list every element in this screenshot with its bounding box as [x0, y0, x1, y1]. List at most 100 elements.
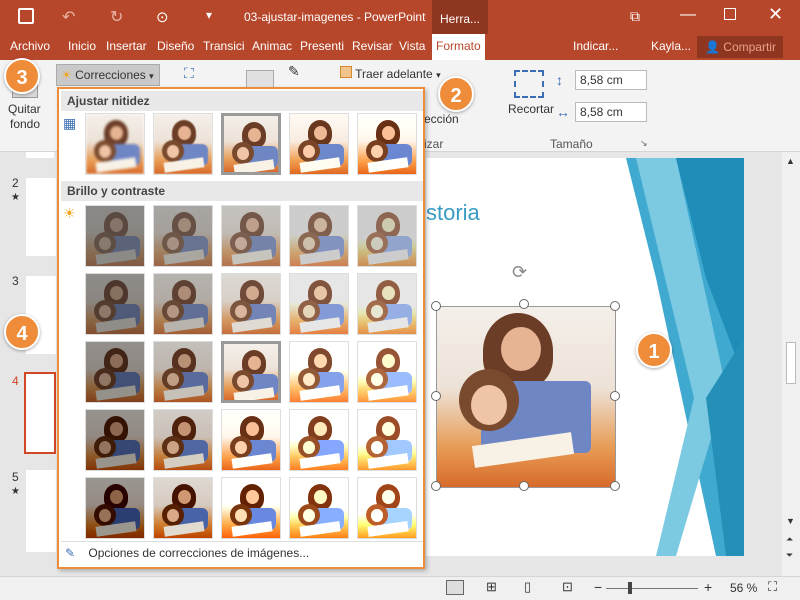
- correction-preset-thumbnail[interactable]: [153, 477, 213, 539]
- slide-thumbnail[interactable]: [26, 152, 54, 158]
- correction-preset-thumbnail[interactable]: [221, 273, 281, 335]
- correction-preset-thumbnail[interactable]: [153, 205, 213, 267]
- close-icon[interactable]: ✕: [768, 4, 783, 25]
- resize-handle[interactable]: [431, 301, 441, 311]
- correction-preset-thumbnail[interactable]: [357, 409, 417, 471]
- current-slide[interactable]: storia ⟳: [426, 158, 744, 556]
- save-icon[interactable]: [18, 8, 34, 24]
- correction-preset-thumbnail[interactable]: [289, 205, 349, 267]
- slide-show-icon[interactable]: ⊡: [562, 579, 573, 595]
- tab-transiciones[interactable]: Transici: [203, 39, 245, 53]
- scroll-thumb[interactable]: [786, 342, 796, 384]
- redo-icon[interactable]: ↻: [110, 7, 123, 27]
- correction-preset-thumbnail[interactable]: [221, 409, 281, 471]
- reading-view-icon[interactable]: ▯: [524, 579, 531, 595]
- corrections-button[interactable]: ☀ Correcciones ▾: [56, 64, 160, 86]
- correction-preset-thumbnail[interactable]: [357, 341, 417, 403]
- compress-icon[interactable]: ⛶: [184, 65, 194, 82]
- zoom-slider[interactable]: [606, 588, 698, 589]
- correction-preset-thumbnail[interactable]: [85, 477, 145, 539]
- correction-preset-thumbnail[interactable]: [221, 477, 281, 539]
- selection-pane-label[interactable]: ección: [424, 112, 459, 126]
- tab-vista[interactable]: Vista: [399, 39, 425, 53]
- scroll-down-icon[interactable]: ▼: [786, 516, 795, 526]
- tab-archivo[interactable]: Archivo: [10, 39, 50, 53]
- remove-background-label-1[interactable]: Quitar: [8, 102, 41, 116]
- presenter-icon[interactable]: ⊙: [156, 8, 169, 26]
- rotate-handle-icon[interactable]: ⟳: [512, 262, 527, 283]
- corrections-options-link[interactable]: ✎ Opciones de correcciones de imágenes..…: [61, 541, 423, 565]
- zoom-in-icon[interactable]: +: [704, 579, 712, 595]
- size-dialog-launcher-icon[interactable]: ↘: [640, 138, 648, 149]
- next-slide-icon[interactable]: ⏷: [786, 550, 793, 561]
- correction-preset-thumbnail[interactable]: [85, 113, 145, 175]
- scroll-up-icon[interactable]: ▲: [786, 156, 795, 166]
- correction-preset-thumbnail[interactable]: [289, 273, 349, 335]
- height-field[interactable]: 8,58 cm: [575, 70, 647, 90]
- correction-preset-thumbnail[interactable]: [221, 113, 281, 175]
- undo-icon[interactable]: ↶: [62, 7, 75, 27]
- share-icon: 👤: [705, 40, 720, 54]
- resize-handle[interactable]: [519, 481, 529, 491]
- normal-view-icon[interactable]: [446, 580, 464, 595]
- tab-animaciones[interactable]: Animac: [252, 39, 292, 53]
- correction-preset-thumbnail[interactable]: [357, 273, 417, 335]
- ribbon-display-icon[interactable]: ⧉: [630, 8, 640, 25]
- correction-preset-thumbnail[interactable]: [85, 409, 145, 471]
- correction-preset-thumbnail[interactable]: [153, 273, 213, 335]
- correction-preset-thumbnail[interactable]: [85, 205, 145, 267]
- tab-insertar[interactable]: Insertar: [106, 39, 147, 53]
- slide-thumbnail-selected[interactable]: [24, 372, 56, 454]
- correction-preset-thumbnail[interactable]: [221, 341, 281, 403]
- slide-thumbnail[interactable]: [26, 178, 56, 256]
- minimize-icon[interactable]: —: [680, 6, 696, 24]
- slide-thumbnail[interactable]: [26, 470, 56, 552]
- slide-sorter-icon[interactable]: ⊞: [486, 579, 497, 595]
- resize-handle[interactable]: [610, 481, 620, 491]
- tab-presentacion[interactable]: Presenti: [300, 39, 344, 53]
- correction-preset-thumbnail[interactable]: [289, 341, 349, 403]
- resize-handle[interactable]: [431, 391, 441, 401]
- correction-preset-thumbnail[interactable]: [289, 113, 349, 175]
- user-name[interactable]: Kayla...: [651, 39, 691, 53]
- context-tab-label: Herra...: [440, 12, 481, 26]
- step-callout: 3: [4, 58, 40, 94]
- tab-inicio[interactable]: Inicio: [68, 39, 96, 53]
- tab-formato[interactable]: Formato: [432, 34, 485, 60]
- resize-handle[interactable]: [431, 481, 441, 491]
- fit-slide-icon[interactable]: ⛶: [768, 579, 777, 595]
- picture-border-icon[interactable]: ✎: [288, 63, 300, 80]
- crop-icon[interactable]: [514, 70, 544, 98]
- correction-preset-thumbnail[interactable]: [357, 477, 417, 539]
- remove-background-label-2[interactable]: fondo: [10, 117, 40, 131]
- correction-preset-thumbnail[interactable]: [153, 409, 213, 471]
- correction-preset-thumbnail[interactable]: [357, 113, 417, 175]
- resize-handle[interactable]: [610, 391, 620, 401]
- zoom-level[interactable]: 56 %: [730, 581, 757, 595]
- correction-preset-thumbnail[interactable]: [357, 205, 417, 267]
- selected-picture[interactable]: [436, 306, 616, 488]
- correction-preset-thumbnail[interactable]: [289, 477, 349, 539]
- tell-me-search[interactable]: Indicar...: [573, 39, 618, 53]
- width-field[interactable]: 8,58 cm: [575, 102, 647, 122]
- correction-preset-thumbnail[interactable]: [85, 273, 145, 335]
- resize-handle[interactable]: [519, 299, 529, 309]
- correction-preset-thumbnail[interactable]: [289, 409, 349, 471]
- share-button[interactable]: 👤 Compartir: [697, 36, 783, 58]
- resize-handle[interactable]: [610, 301, 620, 311]
- correction-preset-thumbnail[interactable]: [85, 341, 145, 403]
- vertical-scrollbar[interactable]: ▲ ▼ ⏶ ⏷: [782, 152, 800, 576]
- previous-slide-icon[interactable]: ⏶: [786, 534, 793, 545]
- correction-preset-thumbnail[interactable]: [153, 113, 213, 175]
- tab-diseno[interactable]: Diseño: [157, 39, 194, 53]
- maximize-icon[interactable]: [724, 8, 736, 20]
- correction-preset-thumbnail[interactable]: [153, 341, 213, 403]
- correction-preset-thumbnail[interactable]: [221, 205, 281, 267]
- zoom-out-icon[interactable]: −: [594, 579, 602, 595]
- preset-preview-photo: [86, 206, 144, 266]
- slide-title[interactable]: storia: [426, 200, 480, 226]
- zoom-slider-thumb[interactable]: [628, 582, 632, 594]
- quick-access-menu-icon[interactable]: ▾: [206, 8, 212, 22]
- tab-revisar[interactable]: Revisar: [352, 39, 393, 53]
- crop-label[interactable]: Recortar: [508, 102, 554, 116]
